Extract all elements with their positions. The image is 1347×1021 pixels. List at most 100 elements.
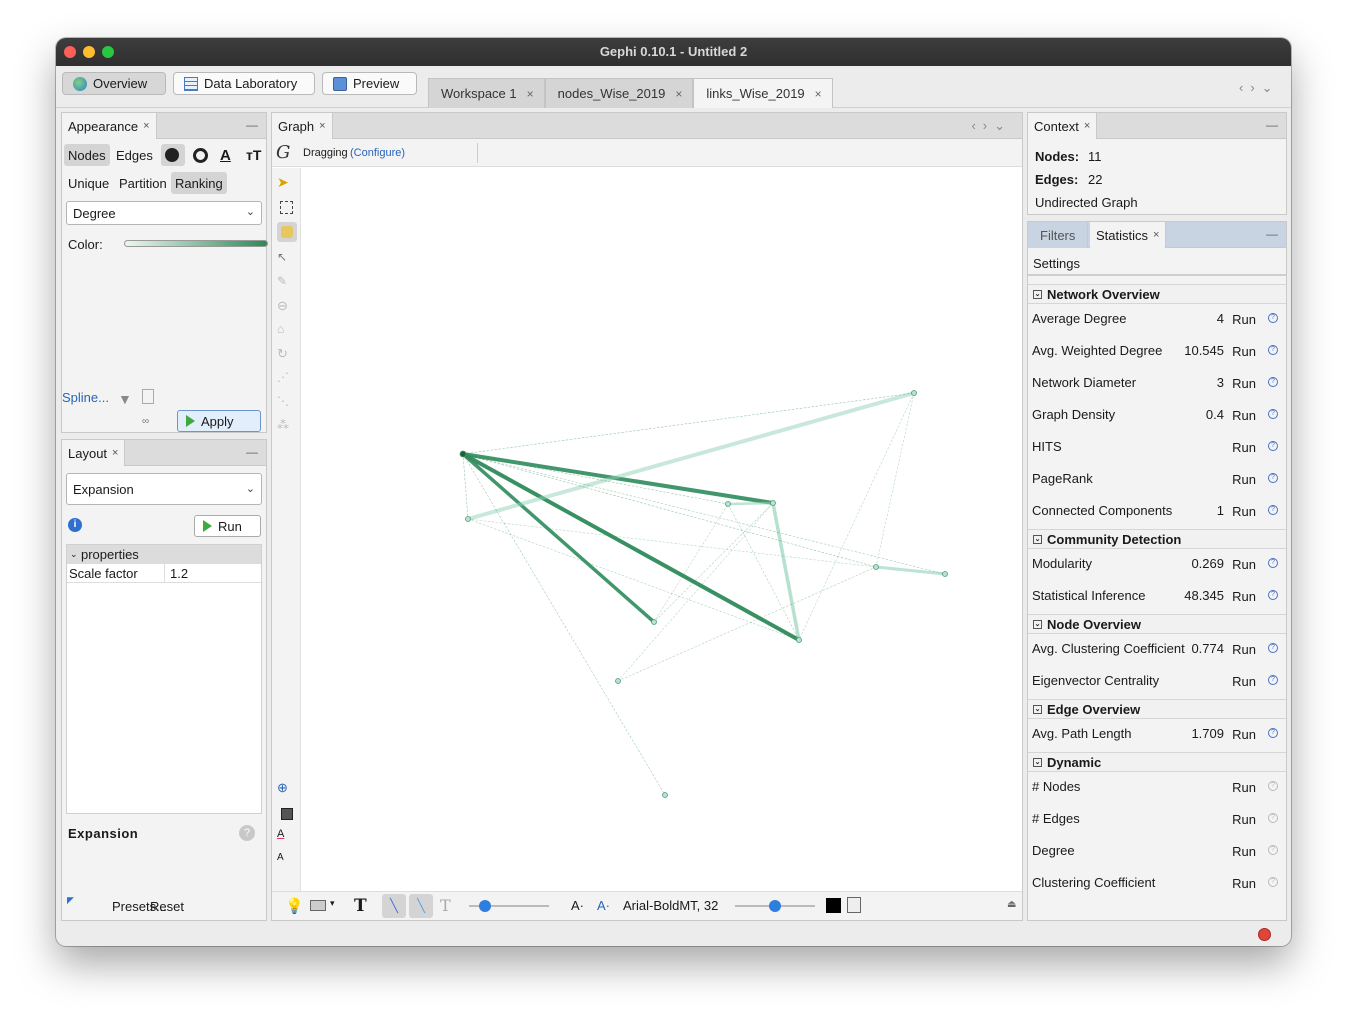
font-icon[interactable]: A·	[597, 898, 610, 913]
configure-link[interactable]: (Configure)	[350, 147, 405, 159]
workspace-tab-1[interactable]: Workspace 1 ×	[428, 78, 545, 108]
minimize-icon[interactable]: —	[246, 445, 258, 459]
nodes-tab[interactable]: Nodes	[64, 144, 110, 166]
label-size-icon[interactable]: тT	[242, 144, 265, 166]
graph-edge-f-d[interactable]	[653, 503, 729, 623]
properties-header[interactable]: ⌄ properties	[67, 545, 261, 564]
minimize-icon[interactable]: —	[246, 118, 258, 132]
run-button[interactable]: Run	[1232, 812, 1256, 827]
graph-node-a[interactable]	[459, 450, 467, 458]
color-gradient-slider[interactable]	[124, 240, 268, 247]
background-color-icon[interactable]	[277, 804, 297, 824]
help-icon[interactable]: ?	[1268, 728, 1278, 738]
brush-icon[interactable]: ✎	[277, 274, 297, 294]
graph-edge-c-g[interactable]	[467, 518, 800, 641]
graph-edge-a-k[interactable]	[462, 453, 666, 796]
graph-node-j[interactable]	[615, 678, 621, 684]
graph-node-f[interactable]	[651, 619, 657, 625]
graph-edge-a-c[interactable]	[462, 453, 469, 520]
run-button[interactable]: Run	[1232, 504, 1256, 519]
show-labels-icon[interactable]: T	[354, 896, 367, 916]
minimize-icon[interactable]: —	[1266, 118, 1278, 132]
tab-nav-arrows-icon[interactable]: ‹›⌄	[1239, 80, 1280, 96]
panel-nav-arrows-icon[interactable]: ‹›⌄	[971, 118, 1012, 134]
graph-edge-a-b[interactable]	[462, 392, 915, 455]
run-button[interactable]: Run	[1232, 408, 1256, 423]
run-button[interactable]: Run	[1232, 844, 1256, 859]
label-color-tool-icon[interactable]: A	[277, 828, 297, 848]
edge-color-icon[interactable]: ╲	[409, 894, 433, 918]
minimize-window-button[interactable]	[83, 46, 95, 58]
run-button[interactable]: Run	[1232, 472, 1256, 487]
run-button[interactable]: Run	[1232, 312, 1256, 327]
minimize-icon[interactable]: —	[1266, 227, 1278, 241]
size-icon[interactable]	[189, 144, 212, 166]
run-button[interactable]: Run	[1232, 727, 1256, 742]
hand-drag-icon[interactable]	[277, 222, 297, 242]
workspace-tab-links[interactable]: links_Wise_2019 ×	[693, 78, 833, 108]
graph-edge-c-h[interactable]	[467, 518, 877, 568]
close-icon[interactable]: ×	[143, 120, 149, 132]
graph-edge-c-b[interactable]	[466, 391, 916, 521]
apply-button[interactable]: Apply	[177, 410, 261, 432]
edit-node-icon[interactable]: ↖	[277, 250, 297, 270]
section-dynamic[interactable]: ⌄ Dynamic	[1028, 752, 1286, 772]
spline-link[interactable]: Spline...	[62, 390, 109, 405]
close-icon[interactable]: ×	[1153, 229, 1159, 241]
graph-edge-h-i[interactable]	[874, 565, 947, 576]
expand-icon[interactable]: ⏏	[1007, 899, 1016, 910]
label-color-icon[interactable]: A	[216, 144, 235, 166]
lightbulb-icon[interactable]: 💡	[285, 897, 304, 915]
close-icon[interactable]: ×	[112, 447, 118, 459]
layout-algorithm-select[interactable]: Expansion ⌄	[66, 473, 262, 505]
select-arrow-icon[interactable]: ➤	[277, 174, 297, 194]
help-icon[interactable]: ?	[1268, 505, 1278, 515]
filter-icon[interactable]: ▼	[118, 391, 132, 407]
tab-graph[interactable]: Graph ×	[272, 113, 333, 139]
rotate-icon[interactable]: ↻	[277, 346, 297, 366]
maximize-window-button[interactable]	[102, 46, 114, 58]
help-icon[interactable]: ?	[1268, 441, 1278, 451]
screenshot-icon[interactable]	[310, 900, 326, 911]
run-button[interactable]: Run	[1232, 589, 1256, 604]
font-size-icon[interactable]: A·	[571, 898, 584, 913]
run-button[interactable]: Run	[1232, 440, 1256, 455]
overview-button[interactable]: Overview	[62, 72, 166, 95]
dropdown-arrow-icon[interactable]: ▾	[330, 898, 335, 909]
zoom-fit-icon[interactable]: ⊕	[277, 780, 297, 800]
tab-statistics[interactable]: Statistics ×	[1090, 222, 1167, 248]
graph-edge-b-g[interactable]	[798, 392, 915, 641]
close-icon[interactable]: ×	[815, 87, 822, 101]
help-icon[interactable]: ?	[1268, 558, 1278, 568]
help-icon[interactable]: ?	[1268, 675, 1278, 685]
help-icon[interactable]: ?	[239, 825, 255, 841]
ranking-attribute-select[interactable]: Degree ⌄	[66, 201, 262, 225]
run-button[interactable]: Run	[1232, 876, 1256, 891]
run-button[interactable]: Run	[1232, 780, 1256, 795]
help-icon[interactable]: ?	[1268, 377, 1278, 387]
section-node-overview[interactable]: ⌄ Node Overview	[1028, 614, 1286, 634]
tab-filters[interactable]: Filters	[1028, 222, 1089, 248]
graph-edge-d-e[interactable]	[726, 501, 775, 506]
close-icon[interactable]: ×	[675, 87, 682, 101]
help-icon[interactable]: ?	[1268, 313, 1278, 323]
workspace-tab-nodes[interactable]: nodes_Wise_2019 ×	[544, 78, 694, 108]
close-icon[interactable]: ×	[527, 87, 534, 101]
painter-icon[interactable]: ⌂	[277, 322, 297, 342]
help-icon[interactable]: ?	[1268, 590, 1278, 600]
link-icon[interactable]: ∞	[142, 416, 149, 427]
graph-edge-a-i[interactable]	[462, 453, 946, 575]
slider-knob[interactable]	[769, 900, 781, 912]
graph-edge-j-e[interactable]	[617, 502, 774, 682]
graph-node-b[interactable]	[911, 390, 917, 396]
graph-node-c[interactable]	[465, 516, 471, 522]
info-icon[interactable]: i	[68, 518, 82, 532]
ranking-tab[interactable]: Ranking	[171, 172, 227, 194]
clipboard-icon[interactable]	[847, 897, 861, 913]
graph-edge-b-h[interactable]	[875, 392, 915, 568]
run-button[interactable]: Run	[1232, 557, 1256, 572]
heat-graph-icon[interactable]: ⋱	[277, 394, 297, 414]
unique-tab[interactable]: Unique	[64, 172, 113, 194]
reset-button[interactable]: Reset	[150, 899, 184, 914]
run-layout-button[interactable]: Run	[194, 515, 261, 537]
